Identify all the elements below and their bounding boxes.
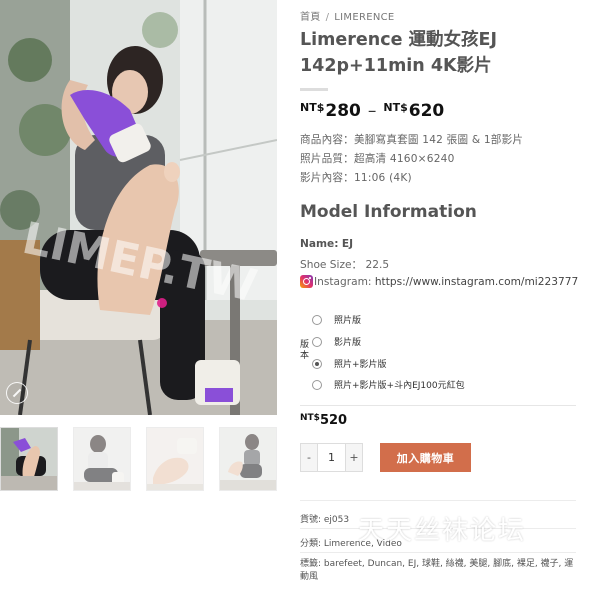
meta-divider-top (300, 500, 576, 501)
forum-watermark: 天天丝袜论坛 (358, 516, 527, 546)
variation-radio-photo-video[interactable] (312, 358, 322, 369)
detail-quality-value: 超高清 4160×6240 (353, 153, 455, 165)
detail-content: 商品內容：美腳寫真套圖 142 張圖 & 1部影片 (300, 132, 523, 147)
quantity-input[interactable] (317, 444, 346, 471)
model-shoe-size: Shoe Size： 22.5 (300, 257, 389, 272)
instagram-link[interactable]: https://www.instagram.com/mi223777 (375, 276, 578, 288)
selected-variation-price: NT$520 (300, 413, 347, 428)
price-range: NT$280– NT$620 (300, 101, 444, 121)
variation-radio-photo[interactable] (312, 314, 322, 325)
detail-quality-label: 照片品質： (300, 153, 354, 165)
price-max: 620 (408, 101, 445, 121)
variation-option-label: 照片+影片版+斗內EJ100元紅包 (334, 381, 465, 391)
thumbnail-3[interactable] (146, 427, 204, 491)
main-product-photo[interactable]: LIMEP.TW (0, 0, 277, 415)
thumbnail-strip (0, 427, 277, 491)
product-title-line1: Limerence 運動女孩EJ (300, 30, 498, 50)
zoom-icon[interactable] (6, 382, 28, 404)
model-name-value: EJ (341, 238, 354, 250)
variation-option-photo[interactable]: 照片版 (312, 313, 361, 326)
variation-option-photo-video[interactable]: 照片+影片版 (312, 357, 387, 370)
price-range-dash: – (367, 101, 377, 121)
instagram-icon (300, 275, 313, 288)
product-title-line2: 142p+11min 4K影片 (300, 56, 492, 76)
thumbnail-1[interactable] (0, 427, 58, 491)
thumbnail-2[interactable] (73, 427, 131, 491)
detail-quality: 照片品質：超高清 4160×6240 (300, 151, 455, 166)
breadcrumb-home-link[interactable]: 首頁 (300, 12, 321, 23)
variation-label: 版本 (300, 340, 310, 361)
detail-content-label: 商品內容： (300, 134, 354, 146)
price-min-currency: NT$ (300, 101, 325, 114)
price-min: 280 (325, 101, 361, 121)
breadcrumb-separator: / (325, 12, 330, 23)
detail-video-value: 11:06 (4K) (353, 172, 412, 184)
instagram-label: Instagram: (314, 275, 372, 288)
product-title: Limerence 運動女孩EJ 142p+11min 4K影片 (300, 27, 585, 79)
variation-option-video[interactable]: 影片版 (312, 335, 361, 348)
breadcrumb: 首頁 / LIMERENCE (300, 8, 395, 23)
variation-option-label: 照片+影片版 (334, 360, 387, 370)
model-instagram: Instagram: https://www.instagram.com/mi2… (300, 275, 578, 288)
variation-divider (300, 405, 576, 406)
variation-option-label: 影片版 (334, 338, 362, 348)
quantity-stepper: - + (300, 443, 363, 472)
variation-radio-photo-video-tip[interactable] (312, 379, 322, 390)
add-to-cart-button[interactable]: 加入購物車 (380, 443, 471, 472)
price-max-currency: NT$ (383, 101, 408, 114)
thumbnail-4[interactable] (219, 427, 277, 491)
selected-price-currency: NT$ (300, 413, 320, 423)
model-shoe-label: Shoe Size： (300, 259, 363, 271)
variation-option-photo-video-tip[interactable]: 照片+影片版+斗內EJ100元紅包 (312, 378, 465, 391)
detail-video-label: 影片內容： (300, 172, 354, 184)
title-divider (300, 88, 328, 91)
model-name: Name: EJ (300, 238, 353, 250)
meta-divider-2 (300, 552, 576, 553)
model-info-heading: Model Information (300, 202, 477, 222)
quantity-decrease-button[interactable]: - (301, 444, 317, 471)
quantity-increase-button[interactable]: + (346, 444, 362, 471)
model-name-label: Name: (300, 238, 339, 250)
variation-radio-video[interactable] (312, 336, 322, 347)
selected-price-amount: 520 (319, 413, 348, 428)
product-tags[interactable]: 標籤: barefeet, Duncan, EJ, 球鞋, 絲襪, 美腿, 腳底… (300, 558, 576, 584)
variation-option-label: 照片版 (334, 316, 362, 326)
photo-illustration: LIMEP.TW (0, 0, 277, 415)
model-shoe-value: 22.5 (365, 259, 390, 271)
detail-content-value: 美腳寫真套圖 142 張圖 & 1部影片 (353, 134, 524, 146)
breadcrumb-category-link[interactable]: LIMERENCE (334, 12, 394, 23)
detail-video: 影片內容：11:06 (4K) (300, 170, 412, 185)
